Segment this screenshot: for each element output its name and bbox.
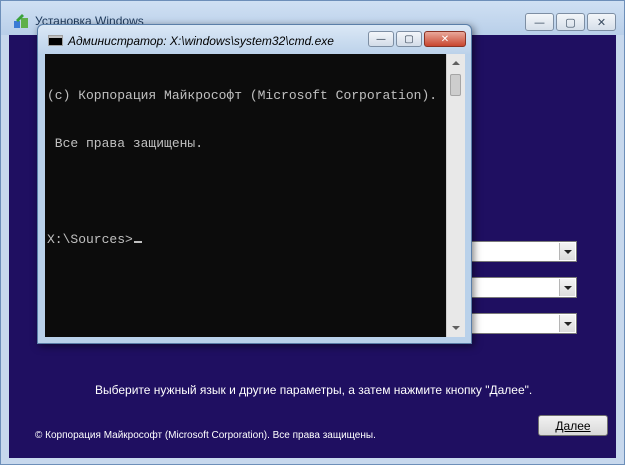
keyboard-dropdown[interactable] [467,313,577,334]
chevron-down-icon[interactable] [559,279,575,296]
setup-close-button[interactable]: ✕ [587,13,616,31]
next-button[interactable]: Далее [538,415,608,436]
chevron-down-icon[interactable] [559,315,575,332]
setup-minimize-button[interactable]: — [525,13,554,31]
cmd-close-button[interactable]: ✕ [424,31,466,47]
cmd-caption-buttons: — ▢ ✕ [366,31,466,47]
cmd-titlebar[interactable]: Администратор: X:\windows\system32\cmd.e… [38,25,471,54]
setup-caption-buttons: — ▢ ✕ [523,13,616,31]
console-prompt-line[interactable]: X:\Sources> [47,232,444,248]
copyright-text: © Корпорация Майкрософт (Microsoft Corpo… [35,430,376,441]
cmd-title: Администратор: X:\windows\system32\cmd.e… [68,34,334,48]
time-format-dropdown[interactable] [467,277,577,298]
instruction-text: Выберите нужный язык и другие параметры,… [95,383,533,397]
scroll-down-icon[interactable] [448,320,464,336]
console-output[interactable]: (c) Корпорация Майкрософт (Microsoft Cor… [45,54,446,337]
scroll-up-icon[interactable] [448,55,464,71]
cmd-maximize-button[interactable]: ▢ [396,31,422,47]
console-line: (c) Корпорация Майкрософт (Microsoft Cor… [47,88,438,103]
next-button-label: Далее [555,418,591,433]
setup-maximize-button[interactable]: ▢ [556,13,585,31]
scrollbar-thumb[interactable] [450,74,461,96]
cmd-minimize-button[interactable]: — [368,31,394,47]
setup-icon [14,14,28,28]
console-line: Все права защищены. [47,136,204,151]
language-dropdown[interactable] [467,241,577,262]
text-cursor [133,241,142,243]
cmd-window: Администратор: X:\windows\system32\cmd.e… [37,24,472,344]
vertical-scrollbar[interactable] [446,54,465,337]
console-prompt: X:\Sources> [47,232,133,247]
chevron-down-icon[interactable] [559,243,575,260]
cmd-icon [48,35,63,46]
